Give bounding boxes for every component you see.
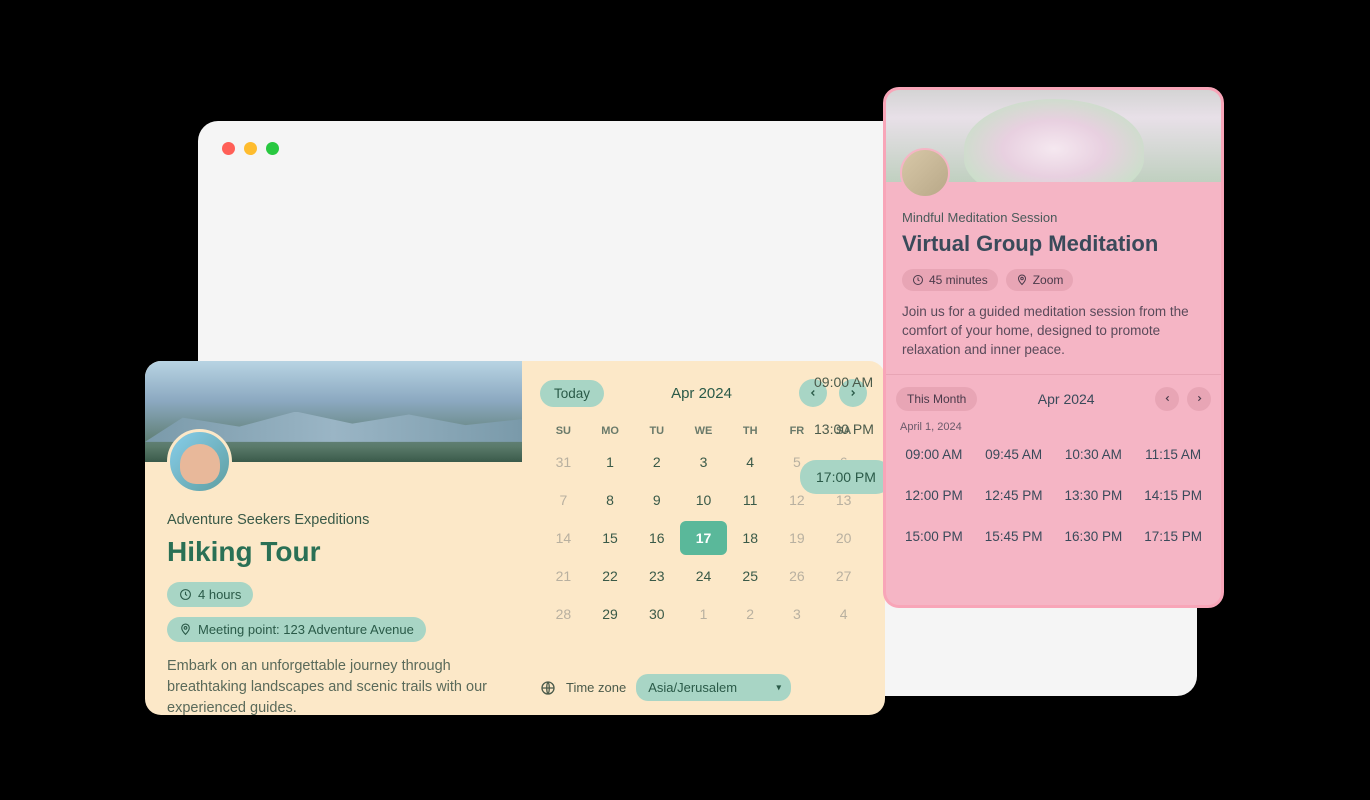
calendar-dow: SU	[540, 421, 587, 441]
calendar-day[interactable]: 27	[820, 559, 867, 593]
calendar-day[interactable]: 11	[727, 483, 774, 517]
calendar-day[interactable]: 30	[633, 597, 680, 631]
calendar-day[interactable]: 14	[540, 521, 587, 555]
duration-text: 4 hours	[198, 587, 241, 602]
timezone-select[interactable]: Asia/Jerusalem	[636, 674, 791, 701]
calendar-day[interactable]: 4	[727, 445, 774, 479]
hiking-meta-pills: 4 hours Meeting point: 123 Adventure Ave…	[167, 582, 500, 642]
location-pill: Meeting point: 123 Adventure Avenue	[167, 617, 426, 642]
this-month-button[interactable]: This Month	[896, 387, 977, 411]
meditation-meta-pills: 45 minutes Zoom	[902, 269, 1205, 291]
med-prev-month-button[interactable]	[1155, 387, 1179, 411]
guide-avatar	[167, 429, 232, 494]
meditation-time-slot[interactable]: 10:30 AM	[1056, 441, 1132, 468]
calendar-day[interactable]: 3	[774, 597, 821, 631]
calendar-dow: WE	[680, 421, 727, 441]
calendar-dow: TH	[727, 421, 774, 441]
hiking-description: Embark on an unforgettable journey throu…	[167, 656, 500, 715]
calendar-day[interactable]: 10	[680, 483, 727, 517]
meditation-time-slot[interactable]: 12:45 PM	[976, 482, 1052, 509]
meditation-time-slot[interactable]: 16:30 PM	[1056, 523, 1132, 550]
location-icon	[1016, 274, 1028, 286]
meditation-time-slot[interactable]: 11:15 AM	[1135, 441, 1211, 468]
meditation-time-slot[interactable]: 09:45 AM	[976, 441, 1052, 468]
calendar-day[interactable]: 20	[820, 521, 867, 555]
close-window-button[interactable]	[222, 142, 235, 155]
chevron-left-icon	[1163, 394, 1172, 403]
calendar-day[interactable]: 1	[680, 597, 727, 631]
time-slot[interactable]: 13:00 PM	[800, 413, 892, 445]
calendar-day[interactable]: 22	[587, 559, 634, 593]
calendar-day[interactable]: 18	[727, 521, 774, 555]
meditation-session-name: Mindful Meditation Session	[902, 210, 1205, 225]
meditation-time-slot[interactable]: 15:45 PM	[976, 523, 1052, 550]
calendar-day[interactable]: 31	[540, 445, 587, 479]
meditation-calendar-header: This Month Apr 2024	[896, 387, 1211, 411]
meditation-calendar-panel: This Month Apr 2024 April 1, 2024 09:00 …	[886, 374, 1221, 562]
hiking-provider: Adventure Seekers Expeditions	[167, 512, 500, 528]
meditation-time-slot[interactable]: 09:00 AM	[896, 441, 972, 468]
meditation-duration-pill: 45 minutes	[902, 269, 998, 291]
calendar-day[interactable]: 26	[774, 559, 821, 593]
calendar-day[interactable]: 16	[633, 521, 680, 555]
meditation-duration-text: 45 minutes	[929, 273, 988, 287]
calendar-dow: TU	[633, 421, 680, 441]
calendar-day[interactable]: 4	[820, 597, 867, 631]
hiking-title: Hiking Tour	[167, 536, 500, 568]
meditation-description: Join us for a guided meditation session …	[902, 303, 1205, 360]
calendar-day[interactable]: 8	[587, 483, 634, 517]
today-button[interactable]: Today	[540, 380, 604, 407]
calendar-day[interactable]: 1	[587, 445, 634, 479]
med-next-month-button[interactable]	[1187, 387, 1211, 411]
calendar-day[interactable]: 25	[727, 559, 774, 593]
meditation-time-slot[interactable]: 12:00 PM	[896, 482, 972, 509]
meditation-time-slot[interactable]: 13:30 PM	[1056, 482, 1132, 509]
calendar-day[interactable]: 9	[633, 483, 680, 517]
calendar-day[interactable]: 28	[540, 597, 587, 631]
meditation-time-grid: 09:00 AM09:45 AM10:30 AM11:15 AM 12:00 PM…	[896, 441, 1211, 550]
duration-pill: 4 hours	[167, 582, 253, 607]
meditation-time-slot[interactable]: 15:00 PM	[896, 523, 972, 550]
calendar-day[interactable]: 2	[633, 445, 680, 479]
clock-icon	[179, 588, 192, 601]
time-slot-list: 09:00 AM 13:00 PM 17:00 PM	[800, 366, 892, 494]
clock-icon	[912, 274, 924, 286]
time-slot[interactable]: 09:00 AM	[800, 366, 892, 398]
calendar-month-label: Apr 2024	[616, 385, 787, 402]
meditation-title: Virtual Group Meditation	[902, 231, 1205, 257]
timezone-label: Time zone	[566, 680, 626, 695]
timezone-row: Time zone Asia/Jerusalem ▾	[540, 664, 867, 701]
calendar-day[interactable]: 23	[633, 559, 680, 593]
calendar-day[interactable]: 29	[587, 597, 634, 631]
hiking-booking-card: Adventure Seekers Expeditions Hiking Tou…	[145, 361, 885, 715]
meditation-time-slot[interactable]: 14:15 PM	[1135, 482, 1211, 509]
meditation-month-label: Apr 2024	[985, 391, 1147, 407]
chevron-right-icon	[1195, 394, 1204, 403]
minimize-window-button[interactable]	[244, 142, 257, 155]
location-text: Meeting point: 123 Adventure Avenue	[198, 622, 414, 637]
calendar-day[interactable]: 17	[680, 521, 727, 555]
globe-icon	[540, 680, 556, 696]
calendar-day[interactable]: 2	[727, 597, 774, 631]
hiking-info-panel: Adventure Seekers Expeditions Hiking Tou…	[145, 361, 522, 715]
maximize-window-button[interactable]	[266, 142, 279, 155]
calendar-day[interactable]: 21	[540, 559, 587, 593]
timezone-select-wrap[interactable]: Asia/Jerusalem ▾	[636, 674, 791, 701]
meditation-date-label: April 1, 2024	[896, 421, 1211, 433]
calendar-day[interactable]: 19	[774, 521, 821, 555]
calendar-dow: MO	[587, 421, 634, 441]
calendar-day[interactable]: 3	[680, 445, 727, 479]
meditation-time-slot[interactable]: 17:15 PM	[1135, 523, 1211, 550]
meditation-booking-card: Mindful Meditation Session Virtual Group…	[883, 87, 1224, 608]
calendar-day[interactable]: 7	[540, 483, 587, 517]
meditation-location-text: Zoom	[1033, 273, 1064, 287]
meditation-location-pill: Zoom	[1006, 269, 1074, 291]
calendar-day[interactable]: 24	[680, 559, 727, 593]
time-slot[interactable]: 17:00 PM	[800, 460, 892, 494]
instructor-avatar	[900, 148, 950, 198]
calendar-day[interactable]: 15	[587, 521, 634, 555]
location-icon	[179, 623, 192, 636]
